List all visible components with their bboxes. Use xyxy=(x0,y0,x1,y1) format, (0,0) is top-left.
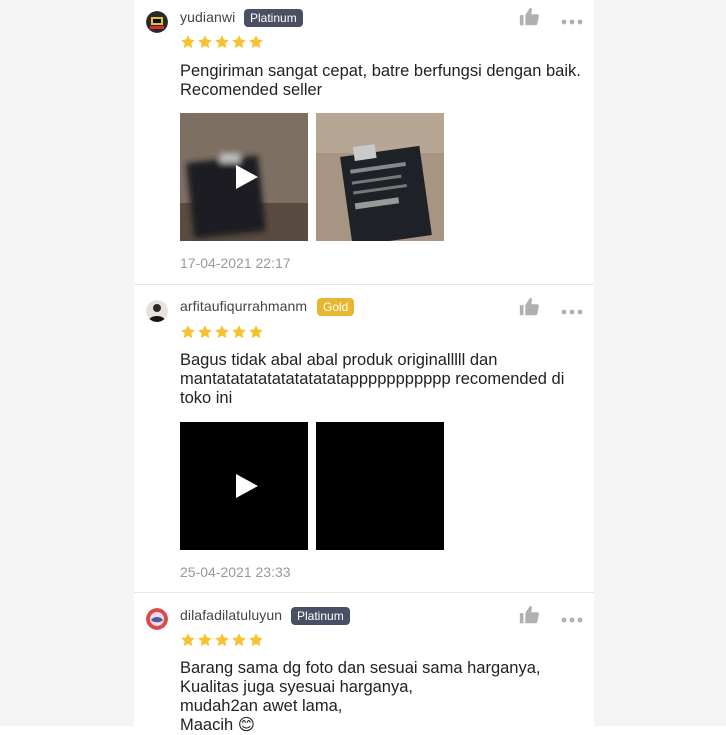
review-text-line: Recomended seller xyxy=(180,81,323,99)
star-icon xyxy=(198,633,212,647)
avatar[interactable] xyxy=(146,608,168,630)
star-icon xyxy=(232,325,246,339)
avatar[interactable] xyxy=(146,300,168,322)
star-icon xyxy=(215,35,229,49)
review-text: Bagus tidak abal abal produk originallll… xyxy=(180,351,590,408)
membership-badge: Platinum xyxy=(244,9,303,27)
star-icon xyxy=(215,325,229,339)
star-icon xyxy=(232,633,246,647)
star-rating xyxy=(180,632,264,648)
review-item: dilafadilatuluyun Platinum Barang sama d… xyxy=(134,593,594,734)
review-text: Barang sama dg foto dan sesuai sama harg… xyxy=(180,659,590,735)
more-options-icon[interactable] xyxy=(561,13,583,25)
review-video-thumbnail[interactable] xyxy=(180,422,308,550)
right-background xyxy=(594,0,726,726)
star-icon xyxy=(181,35,195,49)
review-item: arfitaufiqurrahmanm Gold Bagus tidak aba… xyxy=(134,285,594,593)
username[interactable]: yudianwi xyxy=(180,9,235,25)
star-icon xyxy=(181,633,195,647)
membership-badge: Platinum xyxy=(291,607,350,625)
review-timestamp: 25-04-2021 23:33 xyxy=(180,564,291,580)
star-icon xyxy=(198,35,212,49)
more-options-icon[interactable] xyxy=(561,303,583,315)
more-options-icon[interactable] xyxy=(561,611,583,623)
thumbs-up-icon[interactable] xyxy=(518,6,540,28)
username[interactable]: arfitaufiqurrahmanm xyxy=(180,298,307,314)
username[interactable]: dilafadilatuluyun xyxy=(180,607,282,623)
review-video-thumbnail[interactable] xyxy=(180,113,308,241)
thumbs-up-icon[interactable] xyxy=(518,604,540,626)
review-text-line: Kualitas juga syesuai harganya, xyxy=(180,678,413,696)
thumbs-up-icon[interactable] xyxy=(518,296,540,318)
avatar[interactable] xyxy=(146,11,168,33)
star-icon xyxy=(198,325,212,339)
review-text-line: Barang sama dg foto dan sesuai sama harg… xyxy=(180,659,541,677)
review-feed[interactable]: yudianwi Platinum Pengiriman sangat cepa… xyxy=(134,0,594,734)
star-icon xyxy=(215,633,229,647)
star-rating xyxy=(180,34,264,50)
review-text-line: Pengiriman sangat cepat, batre berfungsi… xyxy=(180,62,581,80)
review-text-line: mantatatatatatatatatatappppppppppp recom… xyxy=(180,370,565,388)
review-timestamp: 17-04-2021 22:17 xyxy=(180,255,291,271)
star-icon xyxy=(232,35,246,49)
star-icon xyxy=(181,325,195,339)
review-text-line: mudah2an awet lama, xyxy=(180,697,343,715)
review-item: yudianwi Platinum Pengiriman sangat cepa… xyxy=(134,0,594,285)
star-icon xyxy=(249,633,263,647)
star-icon xyxy=(249,35,263,49)
review-photo-thumbnail[interactable] xyxy=(316,422,444,550)
review-text-line: toko ini xyxy=(180,389,233,407)
left-background xyxy=(0,0,134,726)
star-icon xyxy=(249,325,263,339)
star-rating xyxy=(180,324,264,340)
membership-badge: Gold xyxy=(317,298,355,316)
review-text-line: Bagus tidak abal abal produk originallll… xyxy=(180,351,498,369)
review-text: Pengiriman sangat cepat, batre berfungsi… xyxy=(180,62,590,100)
review-photo-thumbnail[interactable] xyxy=(316,113,444,241)
